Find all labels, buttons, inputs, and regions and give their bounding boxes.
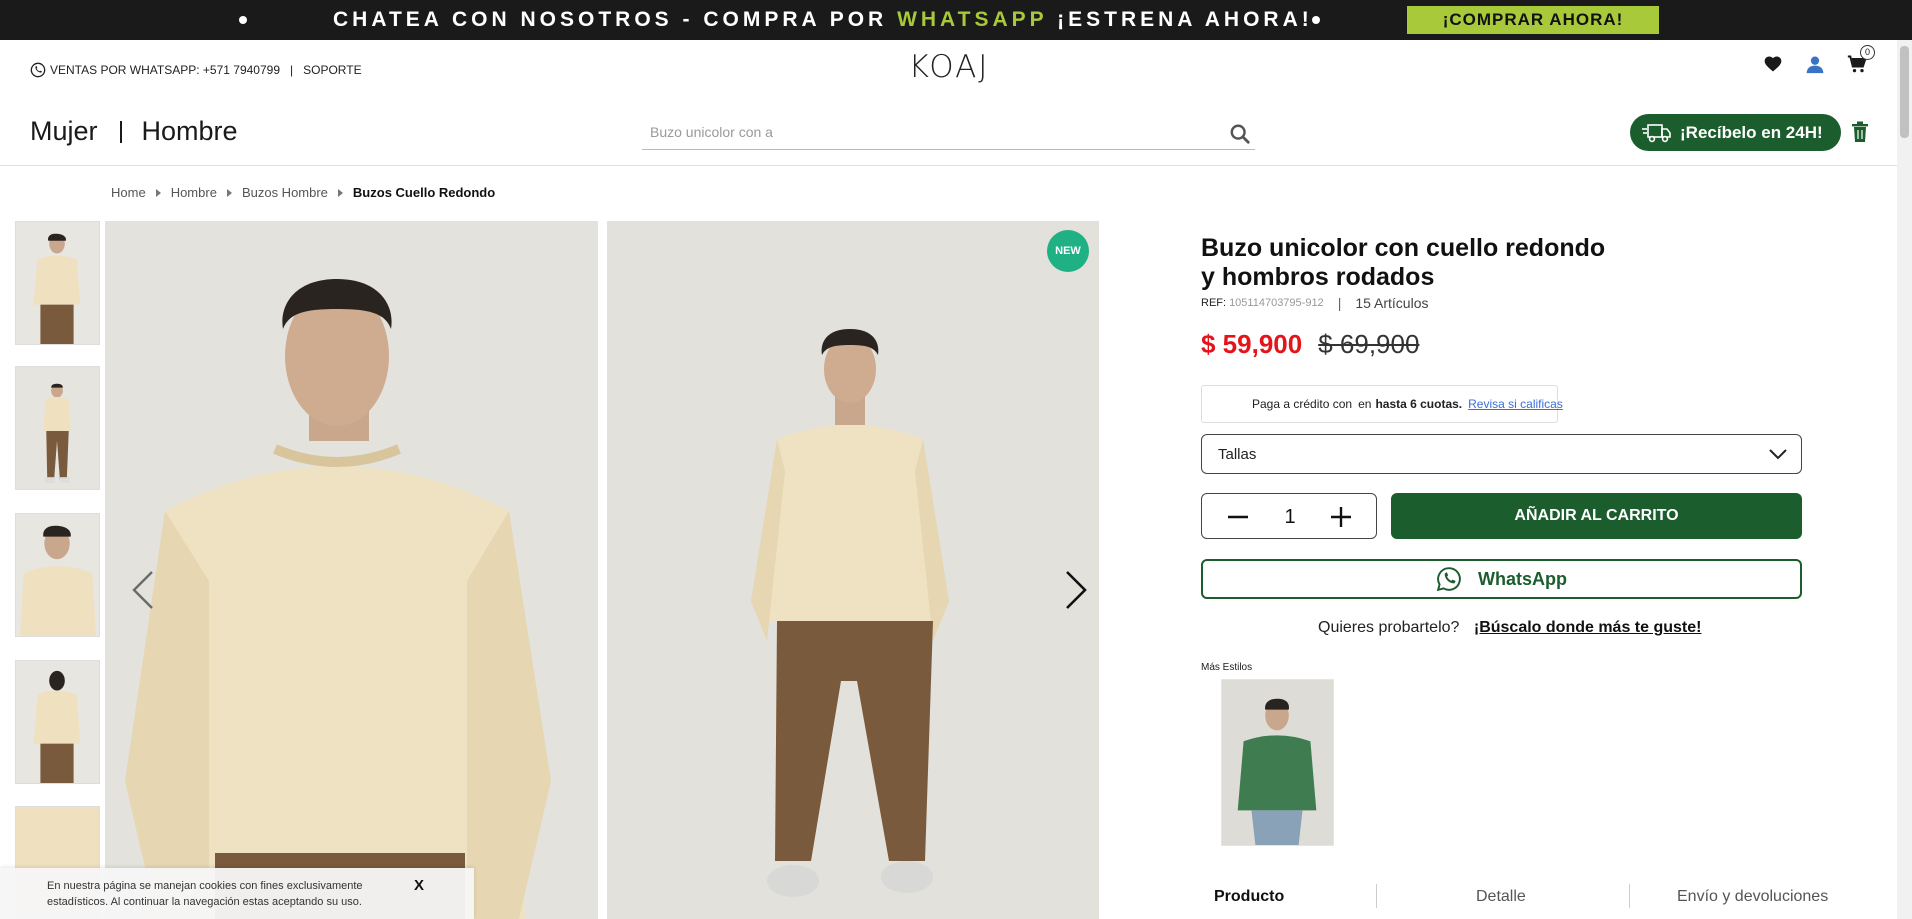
tab-detail[interactable]: Detalle: [1476, 888, 1526, 906]
buy-now-button[interactable]: ¡COMPRAR AHORA!: [1407, 6, 1659, 34]
product-page: CHATEA CON NOSOTROS - COMPRA POR WHATSAP…: [0, 0, 1912, 919]
trash-icon[interactable]: [1851, 121, 1869, 143]
truck-icon: [1642, 123, 1671, 142]
cart-button[interactable]: 0: [1847, 45, 1875, 74]
price-row: $ 59,900 $ 69,900: [1201, 329, 1419, 360]
product-thumbnail[interactable]: [15, 660, 100, 784]
promo-dot: [1312, 16, 1320, 24]
product-image-main[interactable]: [105, 221, 598, 919]
credit-text: Paga a crédito con: [1252, 397, 1353, 411]
utility-separator: |: [290, 63, 294, 77]
product-ref-row: REF: 105114703795-912 | 15 Artículos: [1201, 295, 1428, 311]
product-thumbnail[interactable]: [15, 366, 100, 490]
credit-installments: hasta 6 cuotas.: [1375, 397, 1463, 411]
more-styles-label: Más Estilos: [1201, 662, 1253, 673]
whatsapp-icon: [1436, 567, 1461, 592]
size-select-label: Tallas: [1218, 445, 1257, 463]
promo-bar: CHATEA CON NOSOTROS - COMPRA POR WHATSAP…: [0, 0, 1912, 40]
cart-count-badge: 0: [1860, 45, 1875, 60]
size-select[interactable]: Tallas: [1201, 434, 1802, 474]
breadcrumb-current: Buzos Cuello Redondo: [352, 185, 496, 200]
whatsapp-button[interactable]: WhatsApp: [1201, 559, 1802, 599]
whatsapp-icon: [30, 62, 46, 78]
stock-count: 15 Artículos: [1355, 295, 1429, 311]
store-locator-link[interactable]: ¡Búscalo donde más te guste!: [1474, 619, 1702, 636]
nav-men[interactable]: Hombre: [142, 116, 238, 147]
koaj-logo[interactable]: KOAJ: [896, 50, 1002, 84]
ref-separator: |: [1337, 295, 1342, 311]
heart-icon[interactable]: [1763, 54, 1783, 74]
new-badge: NEW: [1047, 230, 1089, 272]
cookie-close-button[interactable]: X: [414, 877, 424, 894]
chevron-down-icon: [1769, 449, 1787, 460]
style-variant-thumbnail[interactable]: [1221, 679, 1334, 846]
header-actions: 0: [1763, 45, 1875, 74]
search-bar: [642, 117, 1255, 150]
tab-divider: [1629, 884, 1630, 908]
express-delivery-button[interactable]: ¡Recíbelo en 24H!: [1630, 114, 1841, 151]
nav-divider: [119, 120, 122, 143]
search-input[interactable]: [642, 117, 1212, 147]
product-thumbnail[interactable]: [15, 221, 100, 345]
cookie-message: En nuestra página se manejan cookies con…: [47, 880, 363, 908]
support-link[interactable]: SOPORTE: [303, 63, 361, 77]
promo-text: CHATEA CON NOSOTROS - COMPRA POR WHATSAP…: [333, 8, 1313, 31]
breadcrumb: Home Hombre Buzos Hombre Buzos Cuello Re…: [111, 185, 495, 200]
tab-divider: [1376, 884, 1377, 908]
product-tabs: Producto Detalle Envío y devoluciones: [1201, 876, 1841, 919]
scrollbar-thumb[interactable]: [1900, 46, 1909, 138]
carousel-prev-icon[interactable]: [130, 568, 158, 612]
page-scrollbar[interactable]: [1897, 40, 1912, 919]
cookie-banner: En nuestra página se manejan cookies con…: [0, 868, 474, 919]
original-price: $ 69,900: [1318, 329, 1420, 359]
nav-women[interactable]: Mujer: [30, 116, 98, 147]
plus-icon[interactable]: [1329, 505, 1353, 529]
promo-dot: [239, 16, 247, 24]
credit-check-link[interactable]: Revisa si calificas: [1468, 397, 1563, 411]
search-icon[interactable]: [1229, 123, 1251, 145]
product-title: Buzo unicolor con cuello redondo y hombr…: [1201, 234, 1606, 291]
product-thumbnail[interactable]: [15, 513, 100, 637]
breadcrumb-arrow-icon: [226, 188, 232, 197]
try-on-row: Quieres probartelo? ¡Búscalo donde más t…: [1318, 619, 1701, 637]
breadcrumb-arrow-icon: [155, 188, 161, 197]
ref-value: 105114703795-912: [1229, 297, 1324, 309]
tab-product[interactable]: Producto: [1214, 888, 1284, 906]
user-icon[interactable]: [1805, 54, 1825, 74]
header-divider: [0, 165, 1900, 166]
ref-label: REF:: [1201, 297, 1227, 309]
breadcrumb-men[interactable]: Hombre: [171, 185, 217, 200]
carousel-next-icon[interactable]: [1061, 568, 1089, 612]
try-on-question: Quieres probartelo?: [1318, 619, 1460, 636]
main-nav: Mujer Hombre: [30, 116, 238, 147]
product-image-secondary[interactable]: [607, 221, 1099, 919]
breadcrumb-arrow-icon: [337, 188, 343, 197]
quantity-stepper: 1: [1201, 493, 1377, 539]
tab-shipping-returns[interactable]: Envío y devoluciones: [1677, 888, 1828, 906]
express-label: ¡Recíbelo en 24H!: [1680, 122, 1823, 142]
add-to-cart-button[interactable]: AÑADIR AL CARRITO: [1391, 493, 1802, 539]
whatsapp-button-label: WhatsApp: [1478, 568, 1567, 589]
breadcrumb-sweaters[interactable]: Buzos Hombre: [242, 185, 328, 200]
sale-price: $ 59,900: [1201, 329, 1303, 359]
breadcrumb-home[interactable]: Home: [111, 185, 146, 200]
credit-text-connector: en: [1358, 397, 1372, 411]
whatsapp-sales-link[interactable]: VENTAS POR WHATSAPP: +571 7940799: [50, 63, 280, 77]
credit-widget: Paga a crédito con en hasta 6 cuotas. Re…: [1201, 385, 1563, 423]
utility-bar: VENTAS POR WHATSAPP: +571 7940799 | SOPO…: [30, 59, 362, 81]
